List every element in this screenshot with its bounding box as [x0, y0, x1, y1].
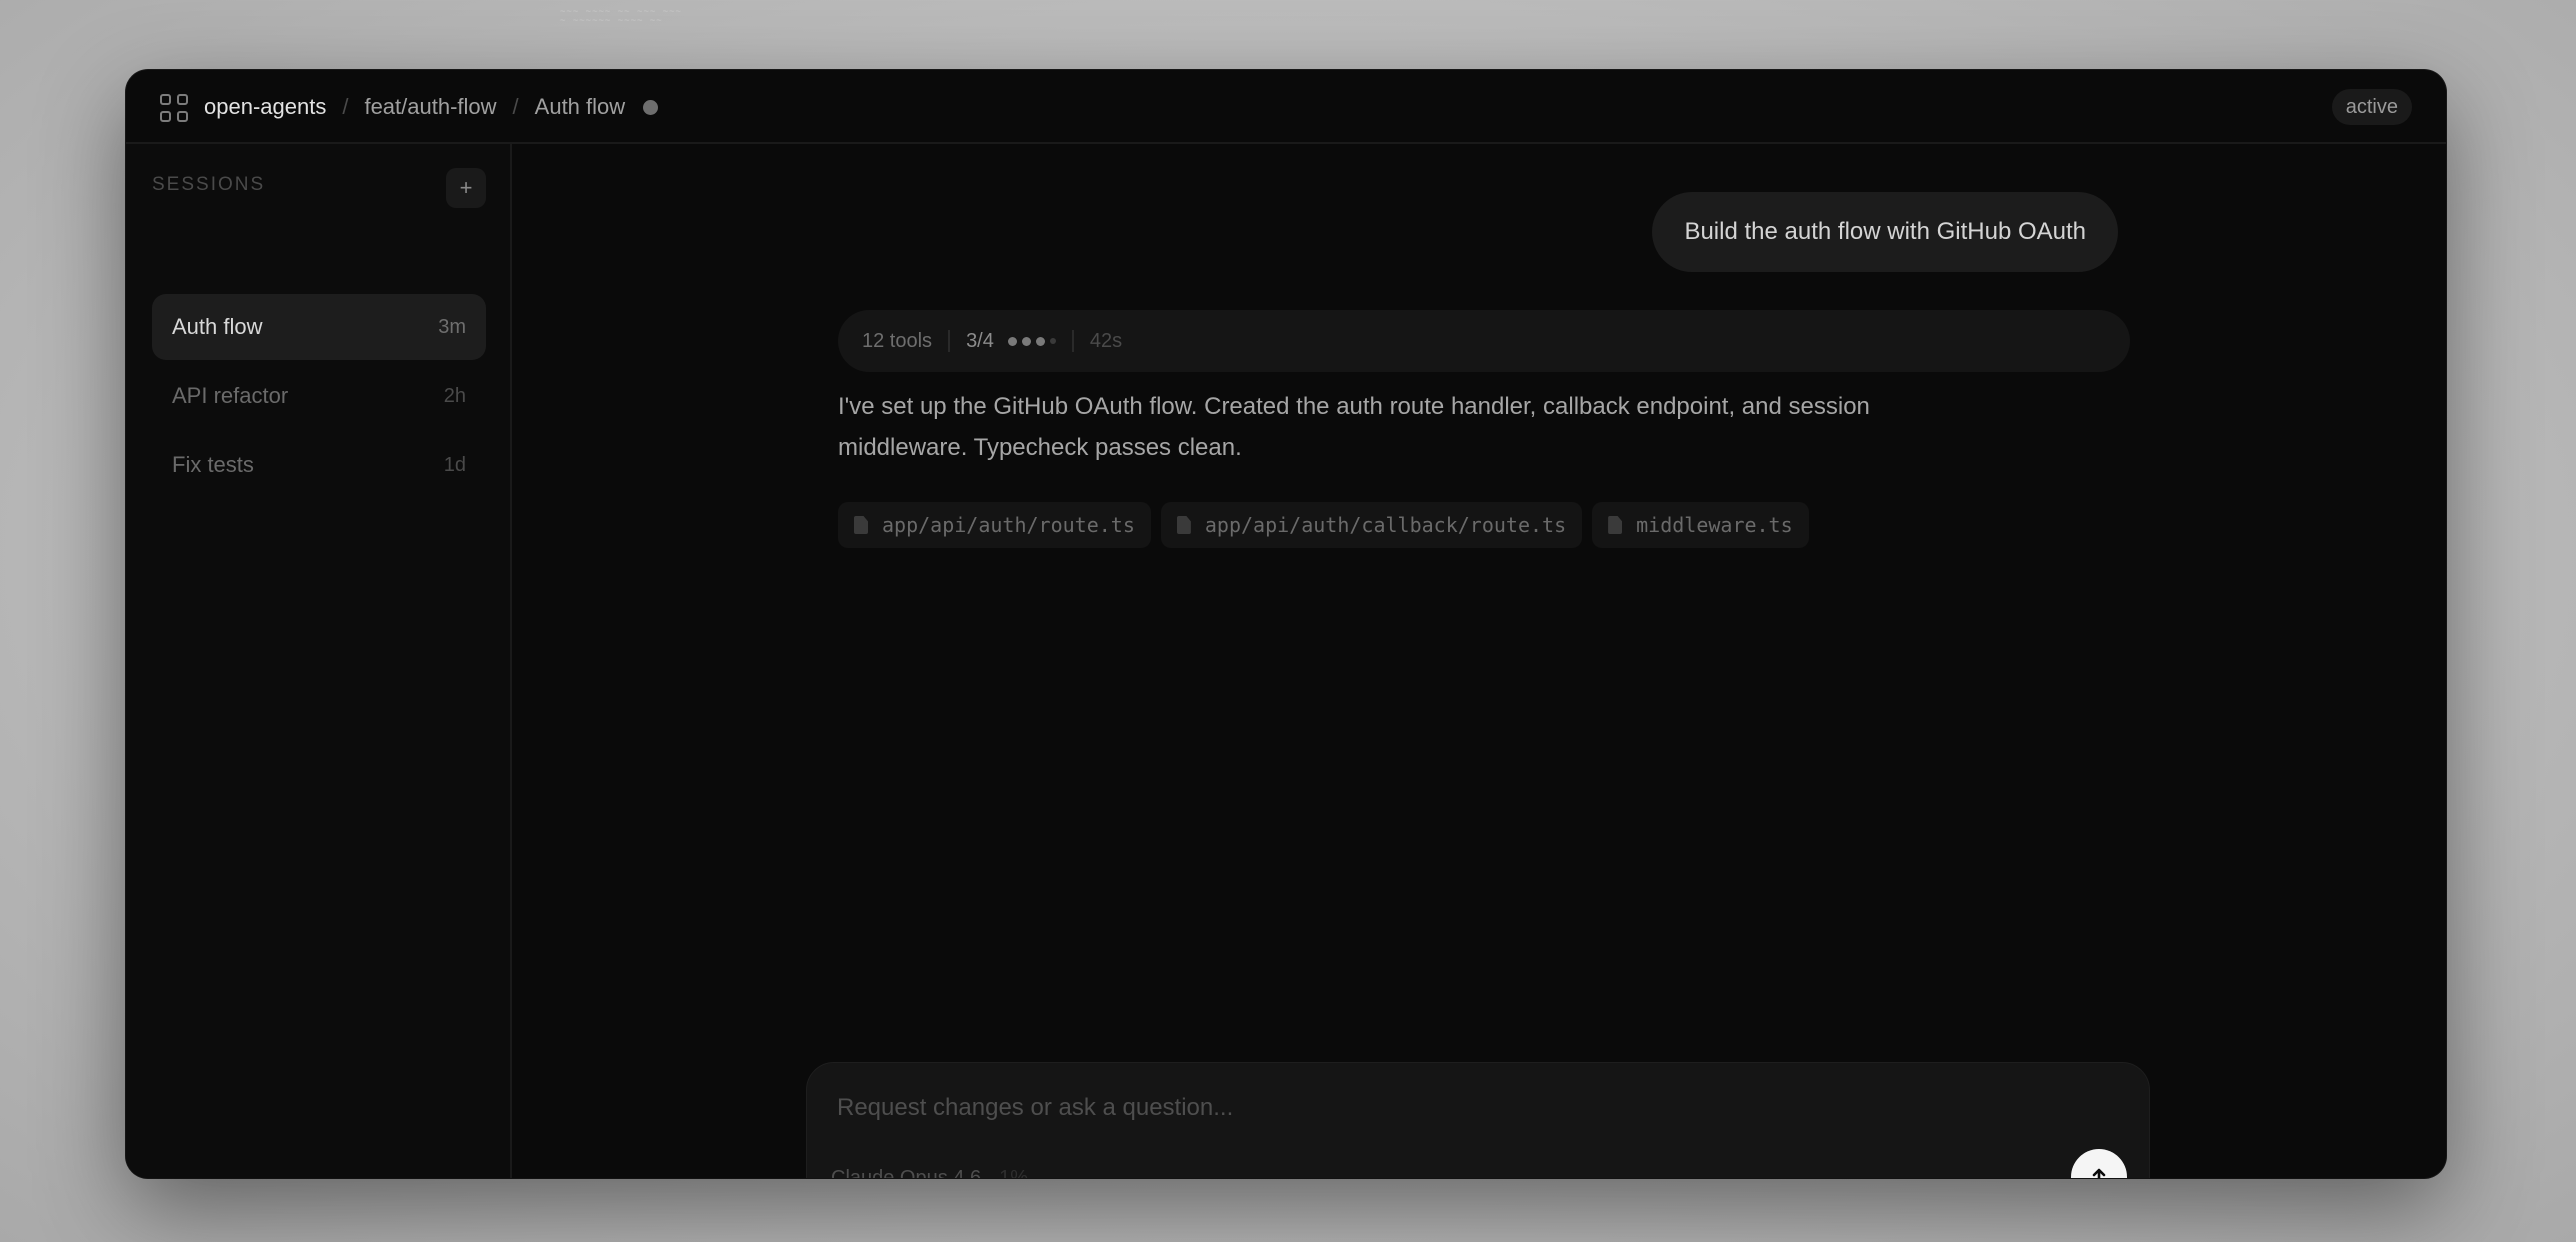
session-item-label: Auth flow	[172, 314, 263, 339]
sessions-sidebar: SESSIONS + Auth flow 3m API refactor 2h …	[126, 144, 512, 1178]
step-dot-complete	[1021, 336, 1031, 346]
file-name: middleware.ts	[1636, 513, 1793, 537]
file-icon	[854, 516, 868, 534]
conversation-panel: Build the auth flow with GitHub OAuth 12…	[512, 144, 2446, 1178]
breadcrumb-separator: /	[342, 94, 349, 119]
background-watermark: ~~~ ~~~~ ~~ ~~~ ~~~ ~ ~~~~~~ ~~~~ ~~	[560, 7, 682, 26]
divider	[948, 330, 951, 352]
new-session-button[interactable]: +	[446, 168, 486, 208]
session-item-label: Fix tests	[172, 452, 254, 477]
model-info: Claude Opus 4.6 1%	[831, 1167, 1028, 1178]
step-progress-dots	[1007, 336, 1056, 346]
session-status-dot	[643, 99, 659, 115]
breadcrumb-session[interactable]: Auth flow	[535, 94, 626, 120]
assistant-message: I've set up the GitHub OAuth flow. Creat…	[838, 393, 1870, 461]
model-selector[interactable]: Claude Opus 4.6	[831, 1167, 981, 1178]
step-progress-text: 3/4	[966, 329, 994, 352]
tool-activity-strip[interactable]: 12 tools 3/4 42s	[838, 310, 2130, 372]
elapsed-time: 42s	[1089, 329, 1123, 352]
file-icon	[1176, 516, 1191, 534]
session-item-fix-tests[interactable]: Fix tests 1d	[152, 432, 486, 498]
breadcrumb-branch[interactable]: feat/auth-flow	[364, 94, 496, 120]
step-dot-complete	[1007, 336, 1017, 346]
session-item-api-refactor[interactable]: API refactor 2h	[152, 363, 486, 429]
message-composer: Claude Opus 4.6 1%	[806, 1062, 2150, 1178]
divider	[1071, 330, 1074, 352]
file-chip[interactable]: app/api/auth/callback/route.ts	[1160, 502, 1583, 548]
message-input[interactable]	[837, 1093, 2037, 1123]
file-chip[interactable]: middleware.ts	[1592, 502, 1809, 548]
user-message-bubble: Build the auth flow with GitHub OAuth	[1652, 192, 2118, 272]
file-icon	[1608, 516, 1623, 534]
context-usage: 1%	[999, 1167, 1029, 1178]
file-name: app/api/auth/callback/route.ts	[1204, 513, 1567, 537]
step-dot-pending	[1049, 338, 1056, 344]
session-item-auth-flow[interactable]: Auth flow 3m	[152, 294, 486, 360]
sessions-heading: SESSIONS	[152, 174, 266, 195]
breadcrumb: open-agents / feat/auth-flow / Auth flow	[204, 70, 659, 144]
send-button[interactable]	[2071, 1149, 2127, 1178]
app-window: open-agents / feat/auth-flow / Auth flow…	[126, 70, 2446, 1178]
step-dot-complete	[1035, 336, 1045, 346]
breadcrumb-project[interactable]: open-agents	[204, 94, 326, 120]
breadcrumb-separator: /	[512, 94, 519, 119]
session-item-age: 1d	[443, 453, 466, 476]
tool-count: 12 tools	[862, 329, 933, 352]
apps-grid-icon[interactable]	[160, 94, 188, 122]
file-chip[interactable]: app/api/auth/route.ts	[838, 502, 1151, 548]
session-list: Auth flow 3m API refactor 2h Fix tests 1…	[152, 294, 486, 501]
session-item-age: 3m	[438, 315, 466, 338]
changed-files: app/api/auth/route.ts app/api/auth/callb…	[838, 502, 1809, 548]
file-name: app/api/auth/route.ts	[882, 513, 1135, 537]
session-item-label: API refactor	[172, 383, 289, 408]
session-item-age: 2h	[443, 384, 466, 407]
status-badge: active	[2331, 89, 2412, 125]
arrow-up-icon	[2092, 1168, 2106, 1178]
top-bar: open-agents / feat/auth-flow / Auth flow…	[126, 70, 2446, 144]
